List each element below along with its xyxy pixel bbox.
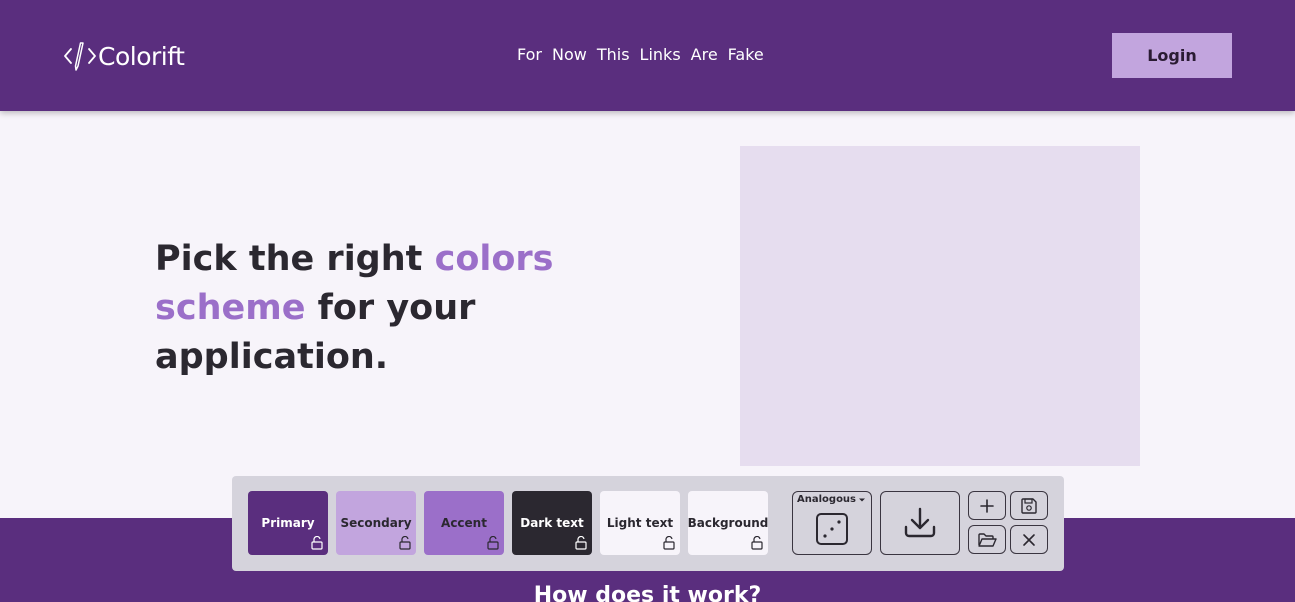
logo[interactable]: Colorift <box>64 40 185 72</box>
plus-icon <box>980 498 994 513</box>
caret-down-icon <box>859 498 866 501</box>
hero-title: Pick the right colors scheme for your ap… <box>155 235 575 382</box>
unlock-icon[interactable] <box>399 536 411 550</box>
swatch-label: Primary <box>261 516 315 530</box>
hero-image-placeholder <box>740 146 1140 466</box>
unlock-icon[interactable] <box>751 536 763 550</box>
download-icon <box>904 507 936 538</box>
open-button[interactable] <box>968 525 1006 554</box>
nav-link-are[interactable]: Are <box>691 45 718 64</box>
hero-title-part1: Pick the right <box>155 239 435 279</box>
close-icon <box>1023 533 1035 546</box>
code-pen-icon <box>64 42 96 71</box>
section-title: How does it work? <box>533 583 762 602</box>
site-header: Colorift For Now This Links Are Fake Log… <box>0 0 1295 111</box>
login-button[interactable]: Login <box>1112 33 1232 78</box>
randomize-button[interactable]: Analogous <box>792 491 872 555</box>
unlock-icon[interactable] <box>575 536 587 550</box>
swatch-label: Accent <box>441 516 487 530</box>
swatch-label: Light text <box>606 516 674 530</box>
hero-title-accent-colors: colors <box>434 239 554 279</box>
unlock-icon[interactable] <box>311 536 323 550</box>
nav-link-links[interactable]: Links <box>640 45 681 64</box>
swatch-accent[interactable]: Accent <box>424 491 504 555</box>
scheme-select[interactable]: Analogous <box>797 494 866 505</box>
logo-text: Colorift <box>98 41 185 71</box>
close-button[interactable] <box>1010 525 1048 554</box>
swatch-label: Background <box>687 516 769 530</box>
save-icon <box>1021 497 1037 514</box>
unlock-icon[interactable] <box>663 536 675 550</box>
swatch-light-text[interactable]: Light text <box>600 491 680 555</box>
dice-icon <box>816 513 848 545</box>
nav-link-now[interactable]: Now <box>552 45 587 64</box>
swatch-label: Secondary <box>340 516 412 530</box>
nav-link-fake[interactable]: Fake <box>728 45 764 64</box>
scheme-select-value: Analogous <box>797 494 857 505</box>
nav-link-for[interactable]: For <box>517 45 542 64</box>
hero-title-accent-scheme: scheme <box>155 288 306 328</box>
download-button[interactable] <box>880 491 960 555</box>
main-nav: For Now This Links Are Fake <box>517 45 764 64</box>
swatch-primary[interactable]: Primary <box>248 491 328 555</box>
swatch-label: Dark text <box>520 516 584 530</box>
nav-link-this[interactable]: This <box>597 45 630 64</box>
swatch-dark-text[interactable]: Dark text <box>512 491 592 555</box>
unlock-icon[interactable] <box>487 536 499 550</box>
swatch-background[interactable]: Background <box>688 491 768 555</box>
folder-open-icon <box>978 532 997 547</box>
palette-toolbar: Primary Secondary Accent Dark text Light… <box>232 476 1064 571</box>
add-button[interactable] <box>968 491 1006 520</box>
save-button[interactable] <box>1010 491 1048 520</box>
swatch-secondary[interactable]: Secondary <box>336 491 416 555</box>
